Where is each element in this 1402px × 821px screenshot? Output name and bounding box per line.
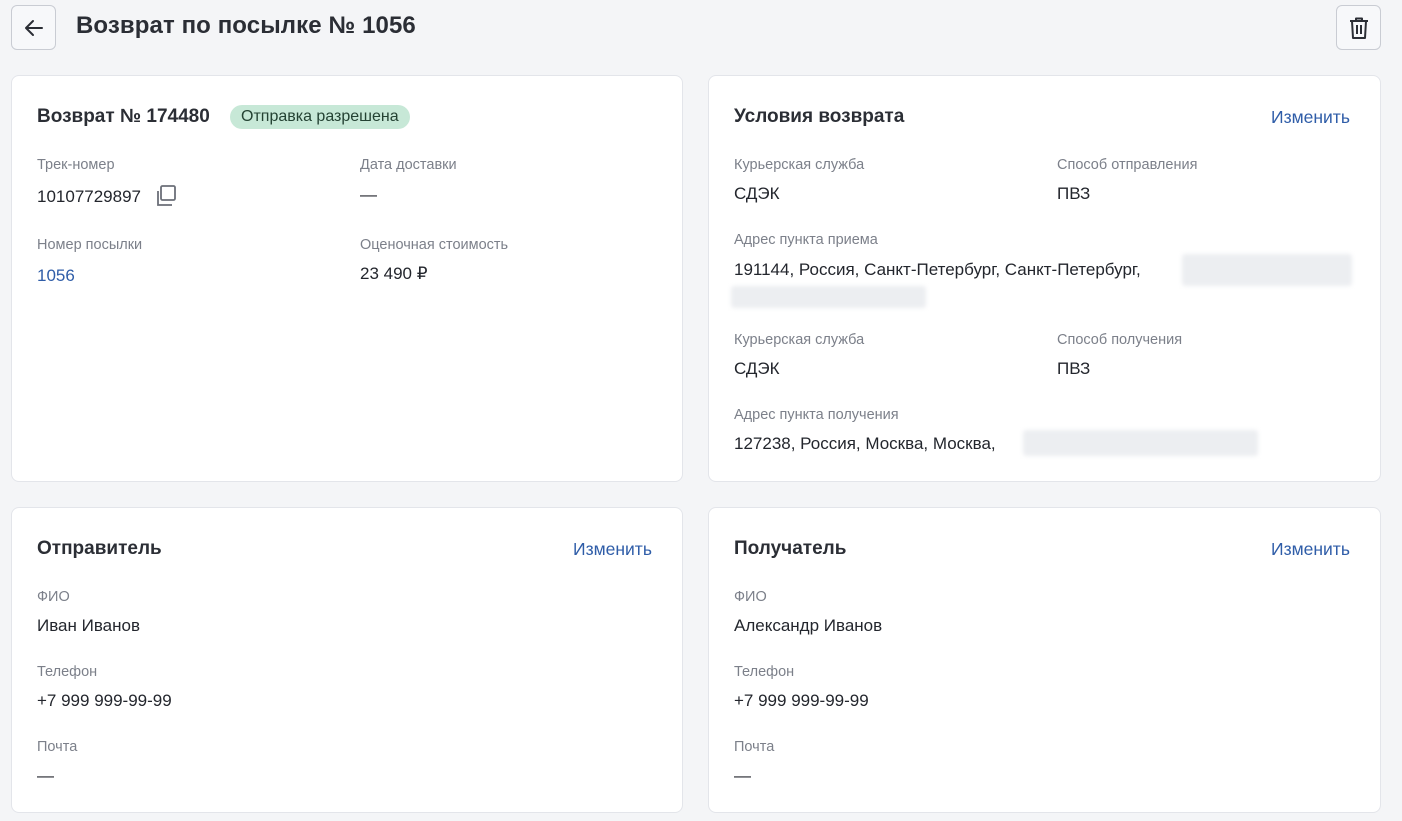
return-terms-card: Условия возврата Изменить Курьерская слу… bbox=[708, 75, 1381, 482]
sender-card: Отправитель Изменить ФИО Иван Иванов Тел… bbox=[11, 507, 683, 813]
receive-method-label: Способ получения bbox=[1057, 332, 1183, 348]
receive-courier-label: Курьерская служба bbox=[734, 332, 865, 348]
sender-name-value: Иван Иванов bbox=[37, 616, 141, 635]
send-courier-label: Курьерская служба bbox=[734, 157, 865, 173]
track-number-label: Трек-номер bbox=[37, 157, 115, 173]
page-title: Возврат по посылке № 1056 bbox=[76, 12, 416, 39]
sender-edit-link[interactable]: Изменить bbox=[573, 539, 652, 560]
recipient-title: Получатель bbox=[734, 538, 847, 559]
receive-method-value: ПВЗ bbox=[1057, 359, 1091, 378]
terms-title: Условия возврата bbox=[734, 106, 905, 127]
estimated-cost-value: 23 490 ₽ bbox=[360, 264, 428, 283]
receive-courier-value: СДЭК bbox=[734, 359, 780, 378]
recipient-edit-link[interactable]: Изменить bbox=[1271, 539, 1350, 560]
parcel-number-label: Номер посылки bbox=[37, 237, 143, 253]
delete-button[interactable] bbox=[1336, 5, 1381, 50]
recipient-phone-label: Телефон bbox=[734, 664, 795, 680]
send-method-value: ПВЗ bbox=[1057, 184, 1091, 203]
delivery-address-value: 127238, Россия, Москва, Москва, bbox=[734, 434, 996, 453]
trash-icon bbox=[1349, 17, 1368, 39]
sender-email-label: Почта bbox=[37, 739, 78, 755]
sender-email-value: — bbox=[37, 766, 54, 785]
send-method-label: Способ отправления bbox=[1057, 157, 1198, 173]
sender-phone-value: +7 999 999-99-99 bbox=[37, 691, 172, 710]
status-badge: Отправка разрешена bbox=[230, 105, 410, 129]
redacted-address-blur bbox=[731, 286, 926, 308]
recipient-email-label: Почта bbox=[734, 739, 775, 755]
back-button[interactable] bbox=[11, 5, 56, 50]
redacted-address-blur bbox=[1182, 254, 1352, 286]
sender-title: Отправитель bbox=[37, 538, 162, 559]
return-title: Возврат № 174480 bbox=[37, 106, 210, 127]
parcel-number-link[interactable]: 1056 bbox=[37, 266, 75, 286]
sender-name-label: ФИО bbox=[37, 589, 70, 605]
copy-icon[interactable] bbox=[154, 184, 178, 208]
delivery-date-label: Дата доставки bbox=[360, 157, 457, 173]
track-number-value: 10107729897 bbox=[37, 187, 142, 206]
pickup-address-value: 191144, Россия, Санкт-Петербург, Санкт-П… bbox=[734, 260, 1141, 279]
recipient-name-value: Александр Иванов bbox=[734, 616, 883, 635]
recipient-phone-value: +7 999 999-99-99 bbox=[734, 691, 869, 710]
delivery-address-label: Адрес пункта получения bbox=[734, 407, 899, 423]
pickup-address-label: Адрес пункта приема bbox=[734, 232, 878, 248]
send-courier-value: СДЭК bbox=[734, 184, 780, 203]
return-info-card: Возврат № 174480 Отправка разрешена Трек… bbox=[11, 75, 683, 482]
terms-edit-link[interactable]: Изменить bbox=[1271, 107, 1350, 128]
arrow-left-icon bbox=[24, 19, 43, 36]
sender-phone-label: Телефон bbox=[37, 664, 98, 680]
recipient-name-label: ФИО bbox=[734, 589, 767, 605]
estimated-cost-label: Оценочная стоимость bbox=[360, 237, 509, 253]
redacted-address-blur bbox=[1023, 430, 1258, 456]
delivery-date-value: — bbox=[360, 185, 377, 204]
recipient-email-value: — bbox=[734, 766, 751, 785]
recipient-card: Получатель Изменить ФИО Александр Иванов… bbox=[708, 507, 1381, 813]
